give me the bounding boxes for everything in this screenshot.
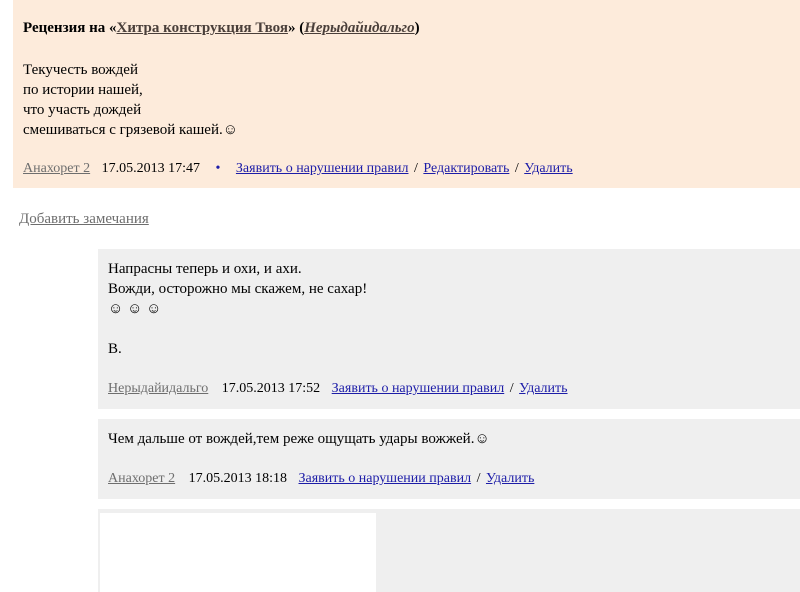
comment-input-area[interactable] bbox=[100, 513, 376, 592]
comment-date: 17.05.2013 18:18 bbox=[188, 471, 288, 486]
comment-date: 17.05.2013 17:52 bbox=[221, 381, 321, 396]
review-date: 17.05.2013 17:47 bbox=[101, 161, 201, 176]
separator: / bbox=[514, 161, 519, 176]
delete-link[interactable]: Удалить bbox=[519, 381, 567, 396]
comment-text: Чем дальше от вождей,тем реже ощущать уд… bbox=[108, 431, 490, 447]
review-author-link[interactable]: Анахорет 2 bbox=[23, 161, 90, 176]
comment-author-link[interactable]: Нерыдайидальго bbox=[108, 381, 208, 396]
separator: / bbox=[476, 471, 481, 486]
report-violation-link[interactable]: Заявить о нарушении правил bbox=[236, 161, 409, 176]
bullet-separator: • bbox=[215, 161, 221, 176]
report-violation-link[interactable]: Заявить о нарушении правил bbox=[332, 381, 505, 396]
review-title-mid: » ( bbox=[287, 20, 305, 36]
separator: / bbox=[509, 381, 514, 396]
work-author-link[interactable]: Нерыдайидальго bbox=[304, 20, 414, 36]
review-text: Текучесть вождей по истории нашей, что у… bbox=[23, 62, 239, 138]
review-title-prefix: Рецензия на « bbox=[23, 20, 117, 36]
report-violation-link[interactable]: Заявить о нарушении правил bbox=[299, 471, 472, 486]
review-title-suffix: ) bbox=[414, 20, 420, 36]
review-meta: Анахорет 2 17.05.2013 17:47 • Заявить о … bbox=[23, 159, 573, 179]
comment-text: Напрасны теперь и охи, и ахи. Вожди, ост… bbox=[108, 261, 368, 357]
review-title: Рецензия на «Хитра конструкция Твоя» (Не… bbox=[23, 14, 800, 42]
work-title-link[interactable]: Хитра конструкция Твоя bbox=[117, 20, 288, 36]
add-remarks-link[interactable]: Добавить замечания bbox=[19, 209, 149, 229]
edit-link[interactable]: Редактировать bbox=[423, 161, 509, 176]
comment-author-link[interactable]: Анахорет 2 bbox=[108, 471, 175, 486]
comment-meta: Анахорет 2 17.05.2013 18:18 Заявить о на… bbox=[108, 469, 534, 489]
delete-link[interactable]: Удалить bbox=[524, 161, 572, 176]
delete-link[interactable]: Удалить bbox=[486, 471, 534, 486]
comment-meta: Нерыдайидальго 17.05.2013 17:52 Заявить … bbox=[108, 379, 568, 399]
separator: / bbox=[413, 161, 418, 176]
